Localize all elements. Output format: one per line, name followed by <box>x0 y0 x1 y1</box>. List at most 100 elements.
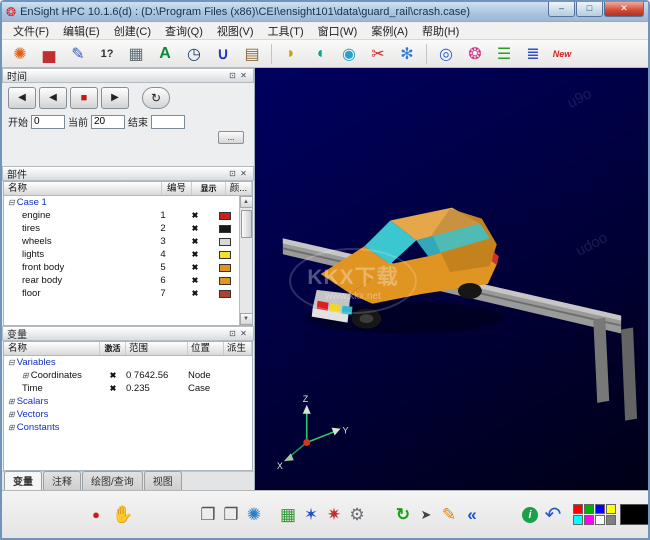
color-swatch[interactable] <box>212 225 238 233</box>
time-panel-header[interactable]: 时间 ⊡ ✕ <box>2 68 254 83</box>
contour-drop-icon[interactable]: ◗ <box>281 45 301 63</box>
col-name[interactable]: 名称 <box>4 342 100 355</box>
group-row[interactable]: ⊞Vectors <box>4 408 252 421</box>
menu-view[interactable]: 视图(V) <box>210 22 261 40</box>
play-reverse-button[interactable]: ◀ <box>39 87 67 109</box>
loop-button[interactable]: ↻ <box>142 87 170 109</box>
collapse-icon[interactable]: ⊟ <box>8 358 15 367</box>
palette-color[interactable] <box>573 515 583 525</box>
minimize-button[interactable]: – <box>548 2 575 17</box>
title-bar[interactable]: ❂ EnSight HPC 10.1.6(d) : (D:\Program Fi… <box>2 2 648 22</box>
fan-part-icon[interactable]: ✺ <box>244 505 264 525</box>
palette-color[interactable] <box>606 504 616 514</box>
particle-trace-icon[interactable]: ◉ <box>339 44 359 64</box>
3d-viewport[interactable]: Z Y X KKX下载 www.kkx.net u9o udoo <box>255 68 648 490</box>
calculator-icon[interactable]: ▦ <box>126 44 146 64</box>
expand-icon[interactable]: ⊞ <box>8 410 15 419</box>
wire-cube-icon[interactable]: ❒ <box>198 505 218 525</box>
visibility-checkbox[interactable]: ✖ <box>178 274 212 287</box>
isosurface-drop-icon[interactable]: ◖ <box>310 45 330 63</box>
color-swatch[interactable] <box>212 212 238 220</box>
group-row[interactable]: ⊞Scalars <box>4 395 252 408</box>
tab-variables[interactable]: 变量 <box>4 471 42 490</box>
magnet-icon[interactable]: ∪ <box>213 44 233 64</box>
pointer-query-icon[interactable]: ➤ <box>416 507 436 523</box>
notebook-icon[interactable]: ▤ <box>242 44 262 64</box>
grid-tool-icon[interactable]: ▦ <box>278 505 298 525</box>
menu-create[interactable]: 创建(C) <box>107 22 158 40</box>
active-checkbox[interactable]: ✖ <box>100 369 126 382</box>
col-name[interactable]: 名称 <box>4 182 162 195</box>
bar-chart-icon[interactable]: ▅ <box>39 44 59 64</box>
layers-icon[interactable]: ☰ <box>494 44 514 64</box>
expand-icon[interactable]: ⊞ <box>22 371 29 380</box>
maximize-button[interactable]: □ <box>576 2 603 17</box>
close-button[interactable]: ✕ <box>604 2 644 17</box>
visibility-checkbox[interactable]: ✖ <box>178 287 212 300</box>
col-color[interactable]: 颜... <box>226 182 252 195</box>
undo-rotate-icon[interactable]: ↶ <box>543 502 563 527</box>
menu-window[interactable]: 窗口(W) <box>311 22 365 40</box>
active-checkbox[interactable]: ✖ <box>100 382 126 395</box>
case-row[interactable]: ⊟Case 1 <box>4 196 238 209</box>
jump-begin-button[interactable]: ◀ <box>8 87 36 109</box>
visibility-checkbox[interactable]: ✖ <box>178 248 212 261</box>
current-color-swatch[interactable] <box>620 504 648 525</box>
float-panel-icon[interactable]: ⊡ <box>227 329 238 338</box>
start-time-input[interactable] <box>31 115 65 129</box>
color-wheel-icon[interactable]: ❂ <box>465 44 485 64</box>
visibility-checkbox[interactable]: ✖ <box>178 209 212 222</box>
table-row[interactable]: floor 7 ✖ <box>4 287 238 300</box>
palette-color[interactable] <box>606 515 616 525</box>
end-time-input[interactable] <box>151 115 185 129</box>
visibility-checkbox[interactable]: ✖ <box>178 235 212 248</box>
guardrail-posts[interactable] <box>593 318 637 421</box>
clock-icon[interactable]: ◷ <box>184 44 204 64</box>
palette-color[interactable] <box>573 504 583 514</box>
table-row[interactable]: rear body 6 ✖ <box>4 274 238 287</box>
text-tool-icon[interactable]: A <box>155 45 175 63</box>
visibility-checkbox[interactable]: ✖ <box>178 222 212 235</box>
stack-icon[interactable]: ≣ <box>523 44 543 64</box>
table-row[interactable]: ⊞Coordinates ✖ 0 7642.56 Node <box>4 369 252 382</box>
close-panel-icon[interactable]: ✕ <box>238 169 249 178</box>
table-row[interactable]: front body 5 ✖ <box>4 261 238 274</box>
new-feature-icon[interactable]: New <box>552 49 572 59</box>
float-panel-icon[interactable]: ⊡ <box>227 169 238 178</box>
palette-color[interactable] <box>584 504 594 514</box>
shaded-cube-icon[interactable]: ❐ <box>221 505 241 525</box>
col-derived[interactable]: 派生 <box>224 342 252 355</box>
scroll-down-icon[interactable]: ▼ <box>240 313 253 325</box>
menu-tools[interactable]: 工具(T) <box>261 22 311 40</box>
record-button[interactable]: ● <box>86 507 106 522</box>
3d-scene[interactable]: Z Y X <box>255 68 648 490</box>
palette-color[interactable] <box>595 515 605 525</box>
col-show[interactable]: 显示 <box>192 182 226 195</box>
scrollbar-thumb[interactable] <box>241 210 252 238</box>
color-swatch[interactable] <box>212 277 238 285</box>
play-forward-button[interactable]: ▶ <box>101 87 129 109</box>
group-row[interactable]: ⊞Constants <box>4 421 252 434</box>
hand-pick-icon[interactable]: ✋ <box>112 505 132 525</box>
stop-button[interactable]: ■ <box>70 87 98 109</box>
color-swatch[interactable] <box>212 238 238 246</box>
pinwheel-icon[interactable]: ✺ <box>10 44 30 64</box>
table-row[interactable]: tires 2 ✖ <box>4 222 238 235</box>
tab-annotation[interactable]: 注释 <box>43 471 81 490</box>
rewind-arrows-icon[interactable]: « <box>462 505 482 525</box>
expand-icon[interactable]: ⊞ <box>8 397 15 406</box>
eye-icon[interactable]: ◎ <box>436 44 456 64</box>
table-row[interactable]: Time ✖ 0.235 Case <box>4 382 252 395</box>
current-time-input[interactable] <box>91 115 125 129</box>
table-row[interactable]: engine 1 ✖ <box>4 209 238 222</box>
col-number[interactable]: 编号 <box>162 182 192 195</box>
collapse-icon[interactable]: ⊟ <box>8 198 15 207</box>
expand-icon[interactable]: ⊞ <box>8 423 15 432</box>
variables-group-row[interactable]: ⊟Variables <box>4 356 252 369</box>
visibility-checkbox[interactable]: ✖ <box>178 261 212 274</box>
col-active[interactable]: 激活 <box>100 342 126 355</box>
scroll-up-icon[interactable]: ▲ <box>240 196 253 208</box>
table-row[interactable]: lights 4 ✖ <box>4 248 238 261</box>
palette-color[interactable] <box>584 515 594 525</box>
parts-scrollbar[interactable]: ▲ ▼ <box>239 196 252 325</box>
